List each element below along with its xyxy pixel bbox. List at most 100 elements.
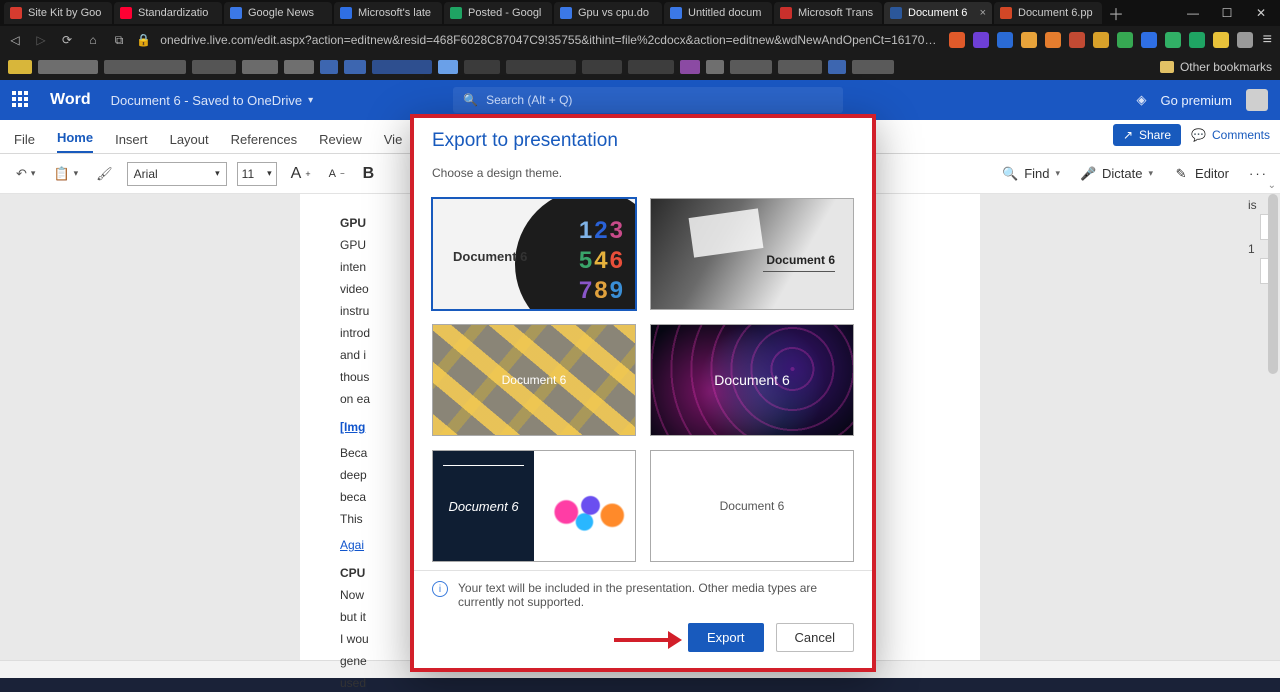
theme-option-2[interactable]: Document 6	[650, 198, 854, 310]
browser-tab[interactable]: Google News	[224, 2, 332, 24]
nav-reload-icon[interactable]: ⟳	[60, 33, 74, 47]
collapse-ribbon-icon[interactable]: ⌄	[1268, 180, 1276, 191]
extension-icon[interactable]	[1021, 32, 1037, 48]
app-launcher-icon[interactable]	[12, 91, 30, 109]
bookmark-item[interactable]	[680, 60, 700, 74]
new-tab-button[interactable]: ＋	[1104, 2, 1128, 24]
nav-forward-icon[interactable]: ▷	[34, 33, 48, 47]
bookmark-item[interactable]	[706, 60, 724, 74]
extension-icon[interactable]	[1237, 32, 1253, 48]
dictate-label: Dictate	[1102, 166, 1142, 181]
address-bar-row: ◁ ▷ ⟳ ⌂ ⧉ 🔒 onedrive.live.com/edit.aspx?…	[0, 26, 1280, 54]
window-close[interactable]: ✕	[1254, 6, 1268, 20]
go-premium-link[interactable]: Go premium	[1160, 93, 1232, 108]
vertical-scrollbar[interactable]	[1268, 194, 1278, 374]
font-size-select[interactable]: 11 ▾	[237, 162, 277, 186]
document-name[interactable]: Document 6 - Saved to OneDrive ▾	[111, 93, 314, 108]
theme-option-3[interactable]: Document 6	[432, 324, 636, 436]
bookmark-item[interactable]	[582, 60, 622, 74]
extension-icon[interactable]	[1141, 32, 1157, 48]
browser-tab[interactable]: Standardizatio	[114, 2, 222, 24]
browser-tab[interactable]: Posted - Googl	[444, 2, 552, 24]
bookmark-item[interactable]	[438, 60, 458, 74]
ribbon-tab-file[interactable]: File	[14, 126, 35, 153]
browser-tab[interactable]: Site Kit by Goo	[4, 2, 112, 24]
paste-button[interactable]: 📋 ▾	[49, 164, 82, 184]
bookmark-item[interactable]	[8, 60, 32, 74]
ribbon-tab-review[interactable]: Review	[319, 126, 362, 153]
ribbon-tab-references[interactable]: References	[231, 126, 297, 153]
other-bookmarks[interactable]: Other bookmarks	[1160, 60, 1272, 74]
extension-icon[interactable]	[997, 32, 1013, 48]
export-button[interactable]: Export	[688, 623, 764, 652]
ribbon-tab-home[interactable]: Home	[57, 124, 93, 153]
browser-tab[interactable]: Document 6×	[884, 2, 992, 24]
bookmark-item[interactable]	[242, 60, 278, 74]
browser-tab[interactable]: Document 6.pp	[994, 2, 1102, 24]
theme-option-4[interactable]: Document 6	[650, 324, 854, 436]
extensions-row	[949, 32, 1253, 48]
more-button[interactable]: ···	[1249, 166, 1268, 181]
bookmark-item[interactable]	[192, 60, 236, 74]
format-painter-button[interactable]: 🖌	[92, 164, 117, 184]
bookmark-item[interactable]	[828, 60, 846, 74]
nav-home-icon[interactable]: ⌂	[86, 33, 100, 47]
font-name-select[interactable]: Arial ▾	[127, 162, 227, 186]
bookmark-item[interactable]	[38, 60, 98, 74]
browser-tab[interactable]: Gpu vs cpu.do	[554, 2, 662, 24]
undo-button[interactable]: ↶ ▾	[12, 164, 39, 184]
extension-icon[interactable]	[1069, 32, 1085, 48]
bookmark-item[interactable]	[344, 60, 366, 74]
comments-button[interactable]: 💬 Comments	[1191, 128, 1270, 142]
shrink-font-button[interactable]: A−	[325, 166, 349, 182]
browser-tab[interactable]: Untitled docum	[664, 2, 772, 24]
nav-device-icon[interactable]: ⧉	[112, 33, 126, 48]
tab-label: Gpu vs cpu.do	[578, 7, 649, 19]
window-minimize[interactable]: —	[1186, 6, 1200, 20]
cancel-button[interactable]: Cancel	[776, 623, 854, 652]
extension-icon[interactable]	[1165, 32, 1181, 48]
avatar[interactable]	[1246, 89, 1268, 111]
close-icon[interactable]: ×	[980, 7, 986, 19]
bookmark-item[interactable]	[320, 60, 338, 74]
bookmark-item[interactable]	[372, 60, 432, 74]
find-button[interactable]: 🔍 Find ▾	[1002, 166, 1060, 182]
theme-option-6[interactable]: Document 6	[650, 450, 854, 562]
bookmark-item[interactable]	[778, 60, 822, 74]
theme-option-1[interactable]: 123546789 Document 6	[432, 198, 636, 310]
grow-font-button[interactable]: A+	[287, 163, 315, 185]
ribbon-tab-layout[interactable]: Layout	[170, 126, 209, 153]
extension-icon[interactable]	[1189, 32, 1205, 48]
browser-menu-icon[interactable]: ≡	[1263, 31, 1272, 49]
bookmark-item[interactable]	[284, 60, 314, 74]
extension-icon[interactable]	[1117, 32, 1133, 48]
extension-icon[interactable]	[1093, 32, 1109, 48]
address-bar[interactable]: 🔒 onedrive.live.com/edit.aspx?action=edi…	[136, 33, 939, 47]
bookmark-item[interactable]	[464, 60, 500, 74]
bookmark-item[interactable]	[628, 60, 674, 74]
browser-tab[interactable]: Microsoft Trans	[774, 2, 882, 24]
theme-label: Document 6	[448, 499, 518, 514]
doc-line[interactable]: used	[340, 674, 940, 692]
extension-icon[interactable]	[949, 32, 965, 48]
ribbon-tab-vie[interactable]: Vie	[384, 126, 403, 153]
word-brand[interactable]: Word	[50, 91, 91, 109]
mic-icon: 🎤	[1080, 166, 1096, 182]
bookmark-item[interactable]	[104, 60, 186, 74]
dictate-button[interactable]: 🎤 Dictate ▾	[1080, 166, 1153, 182]
theme-option-5[interactable]: Document 6	[432, 450, 636, 562]
bookmark-item[interactable]	[852, 60, 894, 74]
share-button[interactable]: ↗ Share	[1113, 124, 1181, 146]
bookmark-item[interactable]	[506, 60, 576, 74]
window-maximize[interactable]: ☐	[1220, 6, 1234, 20]
search-input[interactable]: 🔍 Search (Alt + Q)	[453, 87, 843, 113]
bold-button[interactable]: B	[359, 163, 379, 185]
extension-icon[interactable]	[1045, 32, 1061, 48]
ribbon-tab-insert[interactable]: Insert	[115, 126, 148, 153]
extension-icon[interactable]	[1213, 32, 1229, 48]
extension-icon[interactable]	[973, 32, 989, 48]
nav-back-icon[interactable]: ◁	[8, 33, 22, 47]
editor-button[interactable]: ✎ Editor	[1173, 166, 1229, 182]
bookmark-item[interactable]	[730, 60, 772, 74]
browser-tab[interactable]: Microsoft's late	[334, 2, 442, 24]
